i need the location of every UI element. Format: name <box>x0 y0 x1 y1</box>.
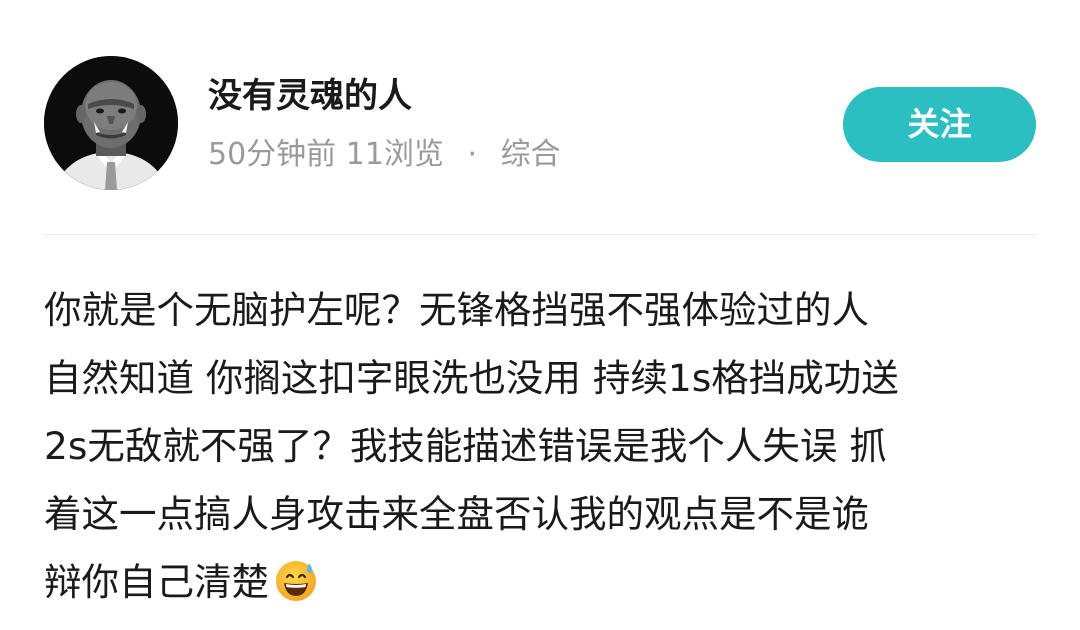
follow-button[interactable]: 关注 <box>843 87 1036 162</box>
view-count: 11浏览 <box>345 137 444 172</box>
orc-avatar-icon <box>44 56 178 190</box>
grinning-face-with-sweat-emoji-icon <box>276 561 316 601</box>
post-line: 你就是个无脑护左呢？无锋格挡强不强体验过的人 <box>44 288 869 332</box>
post-content: 你就是个无脑护左呢？无锋格挡强不强体验过的人 自然知道 你搁这扣字眼洗也没用 持… <box>44 276 1044 616</box>
post-line: 辩你自己清楚 <box>44 560 269 604</box>
post-line: 2s无敌就不强了？我技能描述错误是我个人失误 抓 <box>44 424 887 468</box>
post-line: 着这一点搞人身攻击来全盘否认我的观点是不是诡 <box>44 492 869 536</box>
post-category[interactable]: 综合 <box>501 137 561 172</box>
post-last-line: 辩你自己清楚 <box>44 548 1044 616</box>
header-divider <box>44 234 1036 235</box>
post-time: 50分钟前 <box>208 137 337 172</box>
author-avatar[interactable] <box>44 56 178 190</box>
author-name[interactable]: 没有灵魂的人 <box>208 70 412 122</box>
post-line: 自然知道 你搁这扣字眼洗也没用 持续1s格挡成功送 <box>44 356 899 400</box>
post-header: 没有灵魂的人 50分钟前 11浏览 · 综合 关注 <box>0 0 1080 235</box>
post-meta: 50分钟前 11浏览 · 综合 <box>208 133 561 177</box>
meta-separator: · <box>467 137 478 172</box>
